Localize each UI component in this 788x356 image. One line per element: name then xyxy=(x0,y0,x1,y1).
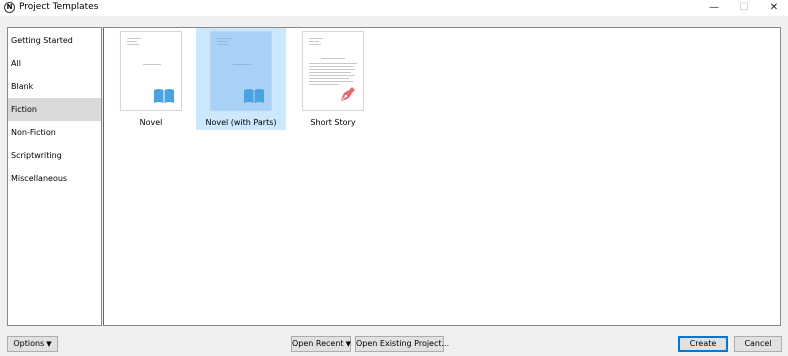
title-bar: N Project Templates — ☐ ✕ xyxy=(0,0,788,16)
sidebar-item-all[interactable]: All xyxy=(8,52,101,75)
template-thumbnail xyxy=(302,31,364,111)
window-title: Project Templates xyxy=(19,2,99,12)
chevron-down-icon: ▼ xyxy=(46,340,52,348)
sidebar-item-getting-started[interactable]: Getting Started xyxy=(8,29,101,52)
maximize-button: ☐ xyxy=(739,2,749,13)
template-label: Novel (with Parts) xyxy=(205,118,277,127)
cancel-button[interactable]: Cancel xyxy=(734,336,782,352)
open-recent-button[interactable]: Open Recent ▼ xyxy=(291,336,351,352)
template-tile-novel-with-parts[interactable]: Novel (with Parts) xyxy=(196,28,286,130)
sidebar-item-miscellaneous[interactable]: Miscellaneous xyxy=(8,167,101,190)
sidebar-item-scriptwriting[interactable]: Scriptwriting xyxy=(8,144,101,167)
template-grid: Novel Novel (with Parts) Short Story xyxy=(103,27,781,326)
chevron-down-icon: ▼ xyxy=(345,340,351,348)
sidebar-item-fiction[interactable]: Fiction xyxy=(8,98,101,121)
category-sidebar: Getting Started All Blank Fiction Non-Fi… xyxy=(7,27,102,326)
close-button[interactable]: ✕ xyxy=(759,0,788,16)
template-label: Short Story xyxy=(310,118,356,127)
template-label: Novel xyxy=(139,118,163,127)
template-tile-novel[interactable]: Novel xyxy=(106,28,196,130)
sidebar-item-blank[interactable]: Blank xyxy=(8,75,101,98)
template-tile-short-story[interactable]: Short Story xyxy=(288,28,378,130)
template-thumbnail xyxy=(120,31,182,111)
sidebar-item-non-fiction[interactable]: Non-Fiction xyxy=(8,121,101,144)
fountain-pen-icon xyxy=(337,85,357,105)
create-button[interactable]: Create xyxy=(678,336,728,352)
app-icon: N xyxy=(4,2,15,13)
minimize-button[interactable]: — xyxy=(699,0,729,16)
book-icon xyxy=(243,88,265,104)
template-thumbnail xyxy=(210,31,272,111)
options-button[interactable]: Options ▼ xyxy=(7,336,58,352)
book-icon xyxy=(153,88,175,104)
open-existing-project-button[interactable]: Open Existing Project... xyxy=(355,336,449,352)
